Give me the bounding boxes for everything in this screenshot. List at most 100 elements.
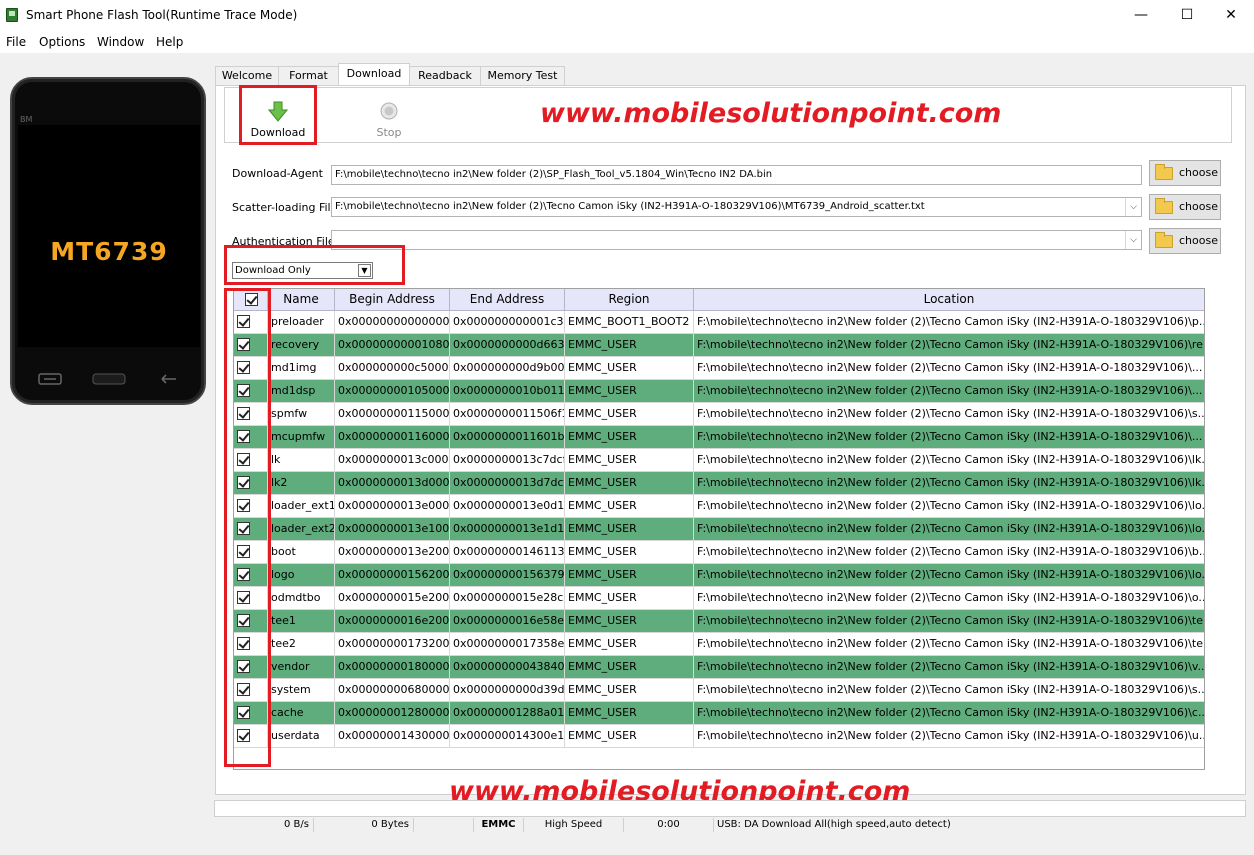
cell-region: EMMC_USER xyxy=(565,541,694,564)
cell-end: 0x0000000013d7dcff xyxy=(450,472,565,495)
title-bar: Smart Phone Flash Tool(Runtime Trace Mod… xyxy=(0,0,1254,31)
scatter-field[interactable]: F:\mobile\techno\tecno in2\New folder (2… xyxy=(331,197,1142,217)
cell-begin: 0x0000000011500000 xyxy=(335,403,450,426)
table-row[interactable]: tee20x00000000173200000x0000000017358edf… xyxy=(234,633,1204,656)
auth-field[interactable]: ⌵ xyxy=(331,230,1142,250)
table-row[interactable]: mcupmfw0x00000000116000000x0000000011601… xyxy=(234,426,1204,449)
menu-options[interactable]: Options xyxy=(39,35,85,49)
maximize-button[interactable]: ☐ xyxy=(1164,2,1210,29)
cell-region: EMMC_USER xyxy=(565,656,694,679)
folder-icon xyxy=(1155,198,1173,214)
cell-begin: 0x0000000013e10000 xyxy=(335,518,450,541)
choose-download-agent-button[interactable]: choose xyxy=(1149,160,1221,186)
table-row[interactable]: system0x00000000680000000x0000000000d39d… xyxy=(234,679,1204,702)
cell-region: EMMC_USER xyxy=(565,633,694,656)
cell-location: F:\mobile\techno\tecno in2\New folder (2… xyxy=(697,591,1204,604)
status-spacer xyxy=(414,818,474,832)
cell-location: F:\mobile\techno\tecno in2\New folder (2… xyxy=(697,522,1204,535)
table-row[interactable]: preloader0x00000000000000000x00000000000… xyxy=(234,311,1204,334)
cell-begin: 0x0000000000108000 xyxy=(335,334,450,357)
table-row[interactable]: spmfw0x00000000115000000x0000000011506f1… xyxy=(234,403,1204,426)
table-row[interactable]: vendor0x00000000180000000x00000000043840… xyxy=(234,656,1204,679)
cell-location: F:\mobile\techno\tecno in2\New folder (2… xyxy=(697,568,1204,581)
cell-end: 0x000000001563794f xyxy=(450,564,565,587)
cell-begin: 0x0000000016e20000 xyxy=(335,610,450,633)
cell-begin: 0x0000000000000000 xyxy=(335,311,450,334)
tab-format[interactable]: Format xyxy=(278,66,339,86)
header-name[interactable]: Name xyxy=(268,289,335,311)
header-location[interactable]: Location xyxy=(694,289,1204,311)
table-row[interactable]: userdata0x00000001430000000x000000014300… xyxy=(234,725,1204,748)
cell-begin: 0x0000000013e20000 xyxy=(335,541,450,564)
choose-scatter-button[interactable]: choose xyxy=(1149,194,1221,220)
phone-brand: BM xyxy=(20,115,33,124)
table-row[interactable]: odmdtbo0x0000000015e200000x0000000015e28… xyxy=(234,587,1204,610)
cell-name: preloader xyxy=(268,311,335,334)
cell-begin: 0x0000000013d00000 xyxy=(335,472,450,495)
cell-region: EMMC_USER xyxy=(565,725,694,748)
table-row[interactable]: md1dsp0x00000000105000000x0000000010b011… xyxy=(234,380,1204,403)
table-row[interactable]: logo0x00000000156200000x000000001563794f… xyxy=(234,564,1204,587)
table-row[interactable]: lk0x0000000013c000000x0000000013c7dcffEM… xyxy=(234,449,1204,472)
cell-name: odmdtbo xyxy=(268,587,335,610)
cell-location: F:\mobile\techno\tecno in2\New folder (2… xyxy=(697,430,1203,443)
table-row[interactable]: boot0x0000000013e200000x000000001461139f… xyxy=(234,541,1204,564)
cell-location: F:\mobile\techno\tecno in2\New folder (2… xyxy=(697,637,1204,650)
menu-window[interactable]: Window xyxy=(97,35,144,49)
chevron-down-icon[interactable]: ⌵ xyxy=(1125,198,1141,216)
scatter-value: F:\mobile\techno\tecno in2\New folder (2… xyxy=(335,201,925,212)
chevron-down-icon[interactable]: ⌵ xyxy=(1125,231,1141,249)
cell-region: EMMC_USER xyxy=(565,679,694,702)
watermark-top: www.mobilesolutionpoint.com xyxy=(540,98,1002,129)
cell-region: EMMC_USER xyxy=(565,610,694,633)
table-row[interactable]: loader_ext20x0000000013e100000x000000001… xyxy=(234,518,1204,541)
table-row[interactable]: tee10x0000000016e200000x0000000016e58edf… xyxy=(234,610,1204,633)
header-begin-address[interactable]: Begin Address xyxy=(335,289,450,311)
folder-icon xyxy=(1155,232,1173,248)
back-key-icon xyxy=(161,374,176,384)
cell-end: 0x0000000010b0118f xyxy=(450,380,565,403)
app-icon xyxy=(6,8,18,22)
stop-button[interactable]: Stop xyxy=(351,88,427,144)
table-row[interactable]: md1img0x000000000c5000000x000000000d9b00… xyxy=(234,357,1204,380)
cell-region: EMMC_USER xyxy=(565,518,694,541)
highlight-download xyxy=(239,85,317,145)
cell-name: loader_ext2 xyxy=(268,518,335,541)
table-row[interactable]: loader_ext10x0000000013e000000x000000001… xyxy=(234,495,1204,518)
cell-location: F:\mobile\techno\tecno in2\New folder (2… xyxy=(697,499,1204,512)
cell-region: EMMC_USER xyxy=(565,449,694,472)
minimize-button[interactable]: — xyxy=(1118,2,1164,29)
table-row[interactable]: cache0x00000001280000000x00000001288a012… xyxy=(234,702,1204,725)
phone-screen: MT6739 xyxy=(18,125,200,347)
cell-name: lk xyxy=(268,449,335,472)
cell-location: F:\mobile\techno\tecno in2\New folder (2… xyxy=(697,729,1204,742)
cell-begin: 0x000000000c500000 xyxy=(335,357,450,380)
tab-memory-test[interactable]: Memory Test xyxy=(480,66,565,86)
cell-name: recovery xyxy=(268,334,335,357)
download-agent-field[interactable]: F:\mobile\techno\tecno in2\New folder (2… xyxy=(331,165,1142,185)
cell-end: 0x0000000011506f1f xyxy=(450,403,565,426)
cell-end: 0x0000000013e1d1ff xyxy=(450,518,565,541)
table-row[interactable]: lk20x0000000013d000000x0000000013d7dcffE… xyxy=(234,472,1204,495)
menu-file[interactable]: File xyxy=(6,35,26,49)
choose-label: choose xyxy=(1179,166,1218,179)
cell-location: F:\mobile\techno\tecno in2\New folder (2… xyxy=(697,476,1204,489)
cell-begin: 0x0000000018000000 xyxy=(335,656,450,679)
progress-bar xyxy=(214,800,1246,817)
chip-label: MT6739 xyxy=(50,237,168,266)
cell-begin: 0x0000000017320000 xyxy=(335,633,450,656)
table-row[interactable]: recovery0x00000000001080000x0000000000d6… xyxy=(234,334,1204,357)
tab-readback[interactable]: Readback xyxy=(409,66,481,86)
choose-label: choose xyxy=(1179,234,1218,247)
menu-help[interactable]: Help xyxy=(156,35,183,49)
cell-end: 0x000000014300e117 xyxy=(450,725,565,748)
cell-location: F:\mobile\techno\tecno in2\New folder (2… xyxy=(697,545,1204,558)
cell-begin: 0x0000000068000000 xyxy=(335,679,450,702)
choose-auth-button[interactable]: choose xyxy=(1149,228,1221,254)
close-button[interactable]: ✕ xyxy=(1208,2,1254,29)
header-end-address[interactable]: End Address xyxy=(450,289,565,311)
tab-welcome[interactable]: Welcome xyxy=(215,66,279,86)
cell-location: F:\mobile\techno\tecno in2\New folder (2… xyxy=(697,315,1204,328)
tab-download[interactable]: Download xyxy=(338,63,410,86)
header-region[interactable]: Region xyxy=(565,289,694,311)
